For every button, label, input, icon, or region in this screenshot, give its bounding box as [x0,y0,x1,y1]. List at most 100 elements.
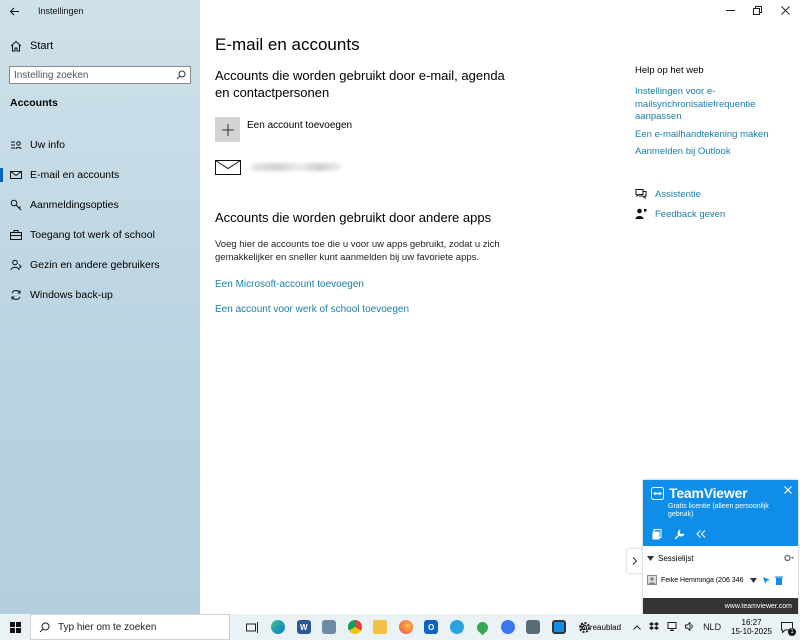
sidebar-item-aanmeldingsopties[interactable]: Aanmeldingsopties [0,190,200,220]
sidebar-item-uw-info[interactable]: Uw info [0,130,200,160]
other-apps-description: Voeg hier de accounts toe die u voor uw … [215,239,500,263]
chrome-icon [347,620,362,634]
teamviewer-panel: TeamViewer Gratis licentie (alleen perso… [643,480,798,614]
taskbar-signal[interactable] [495,614,521,640]
close-icon [780,5,790,15]
sidebar-item-werk-school[interactable]: Toegang tot werk of school [0,220,200,250]
task-view-icon [246,621,259,633]
home-icon [10,40,22,52]
speaker-icon [685,620,693,632]
sidebar-item-gezin[interactable]: Gezin en andere gebruikers [0,250,200,280]
word-icon: W [296,620,311,634]
teamviewer-close-button[interactable] [784,483,792,497]
feedback-link[interactable]: Feedback geven [635,208,725,220]
add-work-account-link[interactable]: Een account voor werk of school toevoege… [215,304,409,315]
system-tray: Bureaublad NLD 16:27 15-10-2025 1 [580,614,800,640]
files-icon [652,528,662,539]
nav-list: Uw info E-mail en accounts Aanmeldingsop… [0,130,200,310]
teamviewer-header: TeamViewer Gratis licentie (alleen perso… [643,480,798,546]
help-link-sync-frequency[interactable]: Instellingen voor e-mailsynchronisatiefr… [635,86,785,124]
caret-down-icon [647,556,654,561]
teamviewer-icon [551,620,566,634]
gear-icon [784,554,794,562]
chevron-right-icon [632,557,638,565]
network-tray[interactable] [667,621,677,633]
notification-badge: 1 [788,628,796,636]
people-icon [10,259,22,271]
start-button[interactable] [0,614,30,640]
title-bar: Instellingen [0,0,200,22]
teamviewer-tools-button[interactable] [673,528,685,540]
dropbox-tray[interactable] [649,621,660,633]
task-view-button[interactable] [240,614,266,640]
email-account-item[interactable] [215,158,341,176]
teamviewer-collapse-button[interactable] [695,528,707,540]
taskbar-chrome[interactable] [342,614,368,640]
session-contact-name: Feike Hemminga (206 346 [661,576,744,584]
close-button[interactable] [770,0,800,20]
teamviewer-arrows-icon [651,486,664,500]
taskbar-search[interactable]: Typ hier om te zoeken [30,614,230,640]
taskbar-teamviewer[interactable] [546,614,572,640]
assist-label: Assistentie [655,188,701,200]
nav-start[interactable]: Start [0,36,200,56]
chat-help-icon [635,189,647,200]
sync-icon [10,289,22,301]
taskbar-edge[interactable] [266,614,292,640]
add-microsoft-account-link[interactable]: Een Microsoft-account toevoegen [215,279,364,290]
page-title: E-mail en accounts [215,35,360,54]
delete-icon[interactable] [775,576,783,585]
show-hidden-icons[interactable] [633,622,641,632]
teamviewer-expand-button[interactable] [627,549,643,573]
help-links: Instellingen voor e-mailsynchronisatiefr… [635,86,785,164]
taskbar-outlook[interactable]: O [419,614,445,640]
teamviewer-toolbar [651,528,707,540]
taskbar-firefox[interactable] [393,614,419,640]
taskbar-telegram[interactable] [444,614,470,640]
feedback-label: Feedback geven [655,208,726,220]
taskbar-apps: W O [240,614,597,640]
teamviewer-footer[interactable]: www.teamviewer.com [643,598,798,614]
settings-search[interactable] [9,66,191,84]
network-icon [667,621,677,631]
chevron-up-icon [633,625,641,630]
telegram-icon [449,620,464,634]
close-icon [784,486,792,494]
caret-down-icon[interactable] [750,577,757,583]
edge-icon [271,620,286,634]
back-button[interactable] [0,0,28,22]
taskbar-app-wifi[interactable] [521,614,547,640]
photos-icon [322,620,337,634]
desktop-toolbar-label[interactable]: Bureaublad [580,623,621,632]
sidebar-item-label: E-mail en accounts [30,169,120,181]
sidebar-item-backup[interactable]: Windows back-up [0,280,200,310]
notification-center-button[interactable]: 1 [778,618,796,636]
settings-search-input[interactable] [14,69,176,81]
taskbar-word[interactable]: W [291,614,317,640]
help-link-signature[interactable]: Een e-mailhandtekening maken [635,129,785,142]
help-link-outlook[interactable]: Aanmelden bij Outlook [635,146,785,159]
minimize-button[interactable] [715,0,745,20]
windows-logo-icon [9,621,21,633]
feedback-person-icon [635,208,647,219]
minimize-icon [725,9,735,11]
assist-link[interactable]: Assistentie [635,188,701,200]
volume-tray[interactable] [685,620,695,633]
sidebar-item-email-accounts[interactable]: E-mail en accounts [0,160,200,190]
taskbar-photos[interactable] [317,614,343,640]
taskbar-maps[interactable] [470,614,496,640]
session-list-header[interactable]: Sessielijst [647,554,694,563]
remote-control-icon[interactable] [762,576,771,585]
restore-button[interactable] [742,0,772,20]
language-indicator[interactable]: NLD [703,622,721,632]
teamviewer-files-button[interactable] [651,528,663,540]
sidebar-item-label: Windows back-up [30,289,113,301]
sidebar-item-label: Gezin en andere gebruikers [30,259,160,271]
add-account-button[interactable]: Een account toevoegen [215,117,352,142]
dropbox-icon [649,621,660,630]
taskbar-explorer[interactable] [368,614,394,640]
briefcase-icon [10,229,22,241]
session-contact-row[interactable]: Feike Hemminga (206 346 [647,575,797,585]
clock[interactable]: 16:27 15-10-2025 [731,618,772,636]
session-settings-button[interactable] [784,554,794,564]
